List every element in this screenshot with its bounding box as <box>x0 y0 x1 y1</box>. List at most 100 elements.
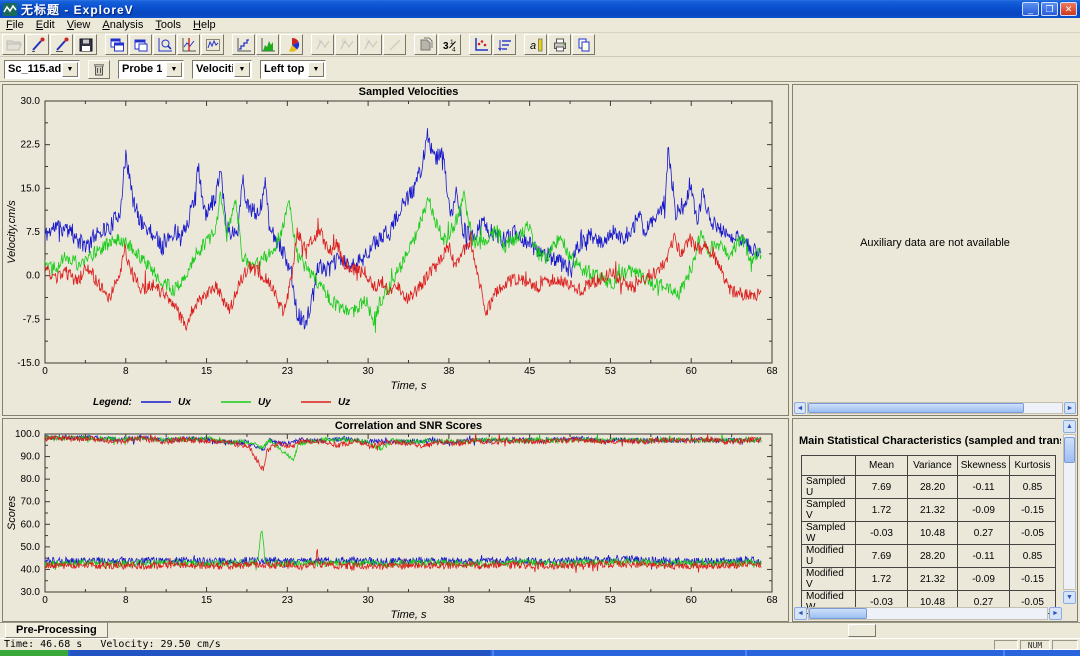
svg-text:100.0: 100.0 <box>15 429 40 440</box>
toolbar-group <box>469 34 517 55</box>
line-steps-button[interactable] <box>232 34 255 55</box>
chart-magnifier-button[interactable] <box>153 34 176 55</box>
scrollbar-thumb[interactable] <box>809 608 867 619</box>
menu-bar: FileEditViewAnalysisToolsHelp <box>0 18 1080 33</box>
svg-text:50.0: 50.0 <box>21 542 41 553</box>
chevron-down-icon[interactable]: ▼ <box>234 62 250 77</box>
svg-text:23: 23 <box>282 595 294 606</box>
statistics-table: MeanVarianceSkewnessKurtosisSampled U7.6… <box>801 455 1056 614</box>
svg-text:40.0: 40.0 <box>21 564 41 575</box>
mode-select[interactable]: Velociti ▼ <box>192 60 252 79</box>
vertical-scrollbar[interactable] <box>1063 434 1076 590</box>
chevron-down-icon[interactable]: ▼ <box>62 62 78 77</box>
open-folder-button <box>2 34 25 55</box>
table-cell: 21.32 <box>908 499 958 522</box>
chevron-down-icon[interactable]: ▼ <box>308 62 324 77</box>
status-bar: Time: 46.68 s Velocity: 29.50 cm/s NUM <box>0 638 1080 650</box>
close-button[interactable]: ✕ <box>1060 2 1077 16</box>
menu-item-edit[interactable]: Edit <box>30 18 61 32</box>
series-ux <box>45 128 761 329</box>
menu-item-tools[interactable]: Tools <box>149 18 187 32</box>
menu-item-file[interactable]: File <box>0 18 30 32</box>
chart-spectrum-button[interactable] <box>201 34 224 55</box>
scroll-up-button[interactable]: ▲ <box>1063 420 1076 433</box>
scroll-down-button[interactable]: ▼ <box>1063 591 1076 604</box>
transform-curve-1-button: 1 <box>311 34 334 55</box>
probe-pen-2-button[interactable] <box>50 34 73 55</box>
minimize-button[interactable]: _ <box>1022 2 1039 16</box>
delete-file-button[interactable] <box>88 60 110 79</box>
cascade-windows-2-button[interactable] <box>129 34 152 55</box>
scrollbar-thumb[interactable] <box>1064 437 1075 463</box>
scroll-right-button[interactable]: ► <box>1049 607 1062 620</box>
legend-position-select[interactable]: Left top ▼ <box>260 60 326 79</box>
table-cell: 0.27 <box>958 522 1010 545</box>
horizontal-scrollbar[interactable] <box>808 607 1048 620</box>
svg-text:22.5: 22.5 <box>21 140 41 151</box>
table-cell: -0.05 <box>1010 522 1056 545</box>
svg-text:30: 30 <box>363 595 375 606</box>
color-fan-button[interactable] <box>280 34 303 55</box>
probe-pen-icon <box>30 37 46 53</box>
merge-pages-button[interactable] <box>414 34 437 55</box>
tab-pre-processing[interactable]: Pre-Processing <box>5 623 108 638</box>
svg-text:80.0: 80.0 <box>21 474 41 485</box>
axis-points-button[interactable] <box>469 34 492 55</box>
svg-text:53: 53 <box>605 595 617 606</box>
file-select[interactable]: Sc_115.adv ▼ <box>4 60 80 79</box>
sorted-list-icon <box>497 37 513 53</box>
line-steps-icon <box>236 37 252 53</box>
taskbar-sliver <box>0 650 1080 656</box>
probe-select-value: Probe 1 <box>119 63 165 75</box>
chart-spectrum-icon <box>205 37 221 53</box>
menu-item-analysis[interactable]: Analysis <box>96 18 149 32</box>
table-cell: 21.32 <box>908 568 958 591</box>
toolbar-group: 314 <box>414 34 462 55</box>
sorted-list-button[interactable] <box>493 34 516 55</box>
histogram-green-button[interactable] <box>256 34 279 55</box>
horizontal-scrollbar[interactable] <box>807 402 1063 414</box>
restore-button[interactable]: ❐ <box>1041 2 1058 16</box>
probe-pen-button[interactable] <box>26 34 49 55</box>
table-cell: -0.15 <box>1010 568 1056 591</box>
taskbar-divider <box>745 650 747 656</box>
scroll-left-button[interactable]: ◄ <box>794 402 806 414</box>
svg-text:Ux: Ux <box>178 397 191 408</box>
table-row: Modified V1.7221.32-0.09-0.15 <box>802 568 1056 591</box>
table-cell: 28.20 <box>908 545 958 568</box>
menu-item-view[interactable]: View <box>61 18 97 32</box>
printer-button[interactable] <box>548 34 571 55</box>
svg-text:30: 30 <box>363 366 375 377</box>
scrollbar-thumb[interactable] <box>808 403 1024 413</box>
row-label: Sampled U <box>802 476 856 499</box>
taskbar-item[interactable] <box>70 650 490 656</box>
start-button-fragment[interactable] <box>0 650 68 656</box>
probe-select[interactable]: Probe 1 ▼ <box>118 60 184 79</box>
svg-text:70.0: 70.0 <box>21 497 41 508</box>
auxiliary-data-panel: Auxiliary data are not available ◄ ► <box>792 84 1078 416</box>
cascade-windows-button[interactable] <box>105 34 128 55</box>
chart-magnifier-icon <box>157 37 173 53</box>
copy-pages-button[interactable] <box>572 34 595 55</box>
splitter-handle[interactable] <box>848 624 876 637</box>
scroll-right-button[interactable]: ► <box>1064 402 1076 414</box>
column-header: Variance <box>908 456 958 476</box>
scroll-left-button[interactable]: ◄ <box>794 607 807 620</box>
chevron-down-icon[interactable]: ▼ <box>166 62 182 77</box>
chart-cursor-button[interactable] <box>177 34 200 55</box>
svg-text:60: 60 <box>686 366 698 377</box>
statistics-panel: Main Statistical Characteristics (sample… <box>792 418 1078 622</box>
table-cell: 0.85 <box>1010 476 1056 499</box>
trash-icon <box>93 63 105 76</box>
svg-text:Sampled Velocities: Sampled Velocities <box>359 86 459 98</box>
number-format-button[interactable]: 314 <box>438 34 461 55</box>
save-floppy-button[interactable] <box>74 34 97 55</box>
window-title: 无标题 - ExploreV <box>21 1 1020 18</box>
table-cell: 0.85 <box>1010 545 1056 568</box>
transform-curve-1-icon: 1 <box>315 37 331 53</box>
annotate-a-button[interactable]: a <box>524 34 547 55</box>
table-header-row: MeanVarianceSkewnessKurtosis <box>802 456 1056 476</box>
scores-chart-panel: Correlation and SNR Scores08152330384553… <box>2 418 789 622</box>
mode-select-value: Velociti <box>193 63 233 75</box>
menu-item-help[interactable]: Help <box>187 18 222 32</box>
